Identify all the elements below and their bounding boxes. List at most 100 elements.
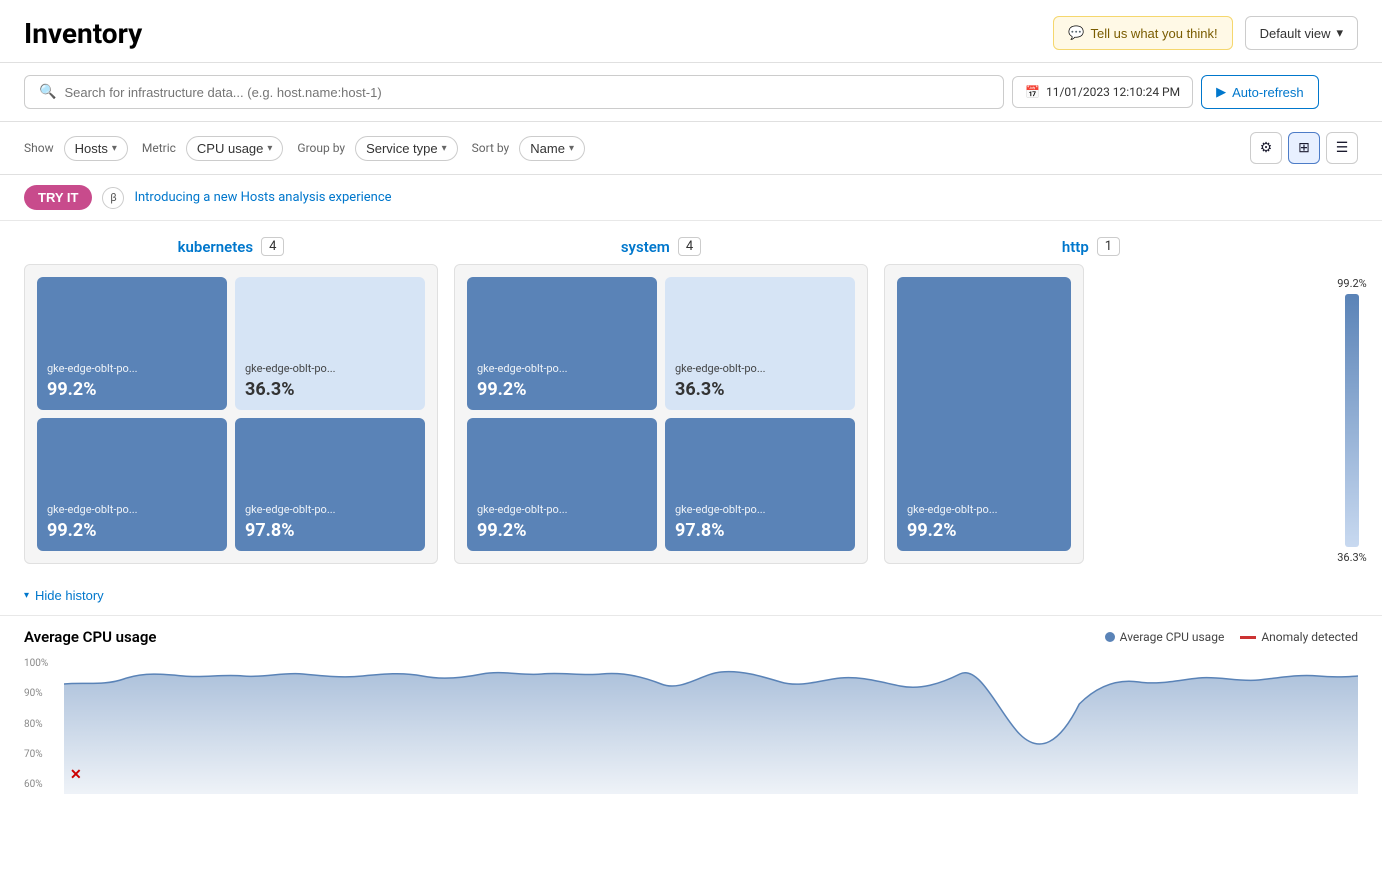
group-kubernetes-header: kubernetes 4 (24, 237, 438, 256)
search-bar[interactable]: 🔍 (24, 75, 1004, 109)
host-card[interactable]: gke-edge-oblt-po... 99.2% (37, 277, 227, 410)
host-name: gke-edge-oblt-po... (245, 503, 336, 516)
chart-header: Average CPU usage Average CPU usage Anom… (24, 628, 1358, 646)
datetime-pill[interactable]: 📅 11/01/2023 12:10:24 PM (1012, 76, 1193, 108)
play-icon: ▶ (1216, 84, 1226, 100)
settings-icon: ⚙ (1260, 140, 1273, 156)
datetime-label: 11/01/2023 12:10:24 PM (1046, 85, 1180, 99)
host-name: gke-edge-oblt-po... (47, 503, 138, 516)
host-name: gke-edge-oblt-po... (47, 362, 138, 375)
chat-icon: 💬 (1068, 25, 1084, 41)
host-name: gke-edge-oblt-po... (477, 503, 568, 516)
x-axis-marker: ✕ (70, 767, 82, 783)
host-name: gke-edge-oblt-po... (477, 362, 568, 375)
chart-svg: ✕ (64, 654, 1358, 794)
scale-bar-container: 99.2% 36.3% (1322, 237, 1382, 564)
auto-refresh-label: Auto-refresh (1232, 85, 1304, 100)
list-view-btn[interactable]: ☰ (1326, 132, 1358, 164)
settings-icon-btn[interactable]: ⚙ (1250, 132, 1282, 164)
group-kubernetes-box: gke-edge-oblt-po... 99.2% gke-edge-oblt-… (24, 264, 438, 564)
sort-by-label: Sort by (472, 141, 510, 155)
group-kubernetes-name: kubernetes (178, 238, 253, 256)
host-value: 99.2% (47, 379, 97, 400)
avg-cpu-legend-item: Average CPU usage (1105, 630, 1225, 644)
try-it-button[interactable]: TRY IT (24, 185, 92, 210)
group-http-box: gke-edge-oblt-po... 99.2% (884, 264, 1084, 564)
avg-cpu-legend-label: Average CPU usage (1120, 630, 1225, 644)
list-icon: ☰ (1336, 140, 1349, 156)
host-value: 99.2% (477, 520, 527, 541)
cpu-usage-filter[interactable]: CPU usage ▾ (186, 136, 284, 161)
host-value: 36.3% (675, 379, 725, 400)
host-name: gke-edge-oblt-po... (675, 503, 766, 516)
chevron-down-icon: ▾ (569, 143, 574, 154)
group-http-count: 1 (1097, 237, 1120, 256)
beta-banner: TRY IT β Introducing a new Hosts analysi… (0, 175, 1382, 221)
host-name: gke-edge-oblt-po... (907, 503, 998, 516)
anomaly-legend-label: Anomaly detected (1261, 630, 1358, 644)
hosts-label: Hosts (75, 141, 108, 156)
group-kubernetes-count: 4 (261, 237, 284, 256)
metric-label: Metric (142, 141, 176, 155)
host-value: 99.2% (907, 520, 957, 541)
host-card[interactable]: gke-edge-oblt-po... 99.2% (37, 418, 227, 551)
sort-name-filter[interactable]: Name ▾ (519, 136, 585, 161)
avg-cpu-legend-dot (1105, 632, 1115, 642)
chart-section: Average CPU usage Average CPU usage Anom… (0, 615, 1382, 794)
search-input[interactable] (64, 85, 989, 100)
anomaly-legend-item: Anomaly detected (1240, 630, 1358, 644)
beta-badge: β (102, 187, 124, 209)
search-icon: 🔍 (39, 84, 56, 100)
host-card[interactable]: gke-edge-oblt-po... 36.3% (235, 277, 425, 410)
feedback-label: Tell us what you think! (1090, 26, 1217, 41)
beta-link[interactable]: Introducing a new Hosts analysis experie… (134, 190, 391, 205)
host-card[interactable]: gke-edge-oblt-po... 99.2% (897, 277, 1071, 551)
group-system-name: system (621, 238, 670, 256)
scale-label-bottom: 36.3% (1337, 551, 1367, 564)
chart-y-labels: 100% 90% 80% 70% 60% (24, 654, 64, 794)
host-card[interactable]: gke-edge-oblt-po... 99.2% (467, 418, 657, 551)
y-label-100: 100% (24, 658, 64, 669)
auto-refresh-button[interactable]: ▶ Auto-refresh (1201, 75, 1319, 109)
hide-history-label: Hide history (35, 588, 104, 603)
grid-view-btn[interactable]: ⊞ (1288, 132, 1320, 164)
host-value: 97.8% (245, 520, 295, 541)
hide-history-button[interactable]: ▾ Hide history (24, 580, 104, 611)
chevron-down-icon: ▾ (24, 590, 29, 601)
host-value: 36.3% (245, 379, 295, 400)
host-card[interactable]: gke-edge-oblt-po... 97.8% (665, 418, 855, 551)
host-card[interactable]: gke-edge-oblt-po... 97.8% (235, 418, 425, 551)
host-name: gke-edge-oblt-po... (675, 362, 766, 375)
y-label-80: 80% (24, 719, 64, 730)
groups-container: kubernetes 4 gke-edge-oblt-po... 99.2% g… (0, 237, 1322, 564)
cpu-usage-label: CPU usage (197, 141, 263, 156)
page-title: Inventory (24, 17, 142, 50)
host-value: 99.2% (47, 520, 97, 541)
header-actions: 💬 Tell us what you think! Default view ▾ (1053, 16, 1358, 50)
grid-icon: ⊞ (1298, 140, 1310, 156)
host-card[interactable]: gke-edge-oblt-po... 36.3% (665, 277, 855, 410)
chevron-down-icon: ▾ (1336, 25, 1343, 41)
scale-label-top: 99.2% (1337, 277, 1367, 290)
group-kubernetes: kubernetes 4 gke-edge-oblt-po... 99.2% g… (24, 237, 438, 564)
chevron-down-icon: ▾ (442, 143, 447, 154)
group-system-box: gke-edge-oblt-po... 99.2% gke-edge-oblt-… (454, 264, 868, 564)
search-toolbar: 🔍 📅 11/01/2023 12:10:24 PM ▶ Auto-refres… (0, 63, 1382, 122)
chart-area-fill (64, 672, 1358, 794)
group-by-label: Group by (297, 141, 345, 155)
page-header: Inventory 💬 Tell us what you think! Defa… (0, 0, 1382, 63)
default-view-button[interactable]: Default view ▾ (1245, 16, 1358, 50)
group-http-name: http (1062, 238, 1089, 256)
chart-svg-wrap: ✕ (64, 654, 1358, 794)
sort-name-label: Name (530, 141, 565, 156)
filters-bar: Show Hosts ▾ Metric CPU usage ▾ Group by… (0, 122, 1382, 175)
service-type-filter[interactable]: Service type ▾ (355, 136, 458, 161)
feedback-button[interactable]: 💬 Tell us what you think! (1053, 16, 1232, 50)
y-label-90: 90% (24, 688, 64, 699)
group-http-header: http 1 (884, 237, 1298, 256)
main-content: kubernetes 4 gke-edge-oblt-po... 99.2% g… (0, 221, 1382, 564)
chart-title: Average CPU usage (24, 628, 156, 646)
host-card[interactable]: gke-edge-oblt-po... 99.2% (467, 277, 657, 410)
hosts-filter[interactable]: Hosts ▾ (64, 136, 128, 161)
anomaly-legend-line (1240, 636, 1256, 639)
